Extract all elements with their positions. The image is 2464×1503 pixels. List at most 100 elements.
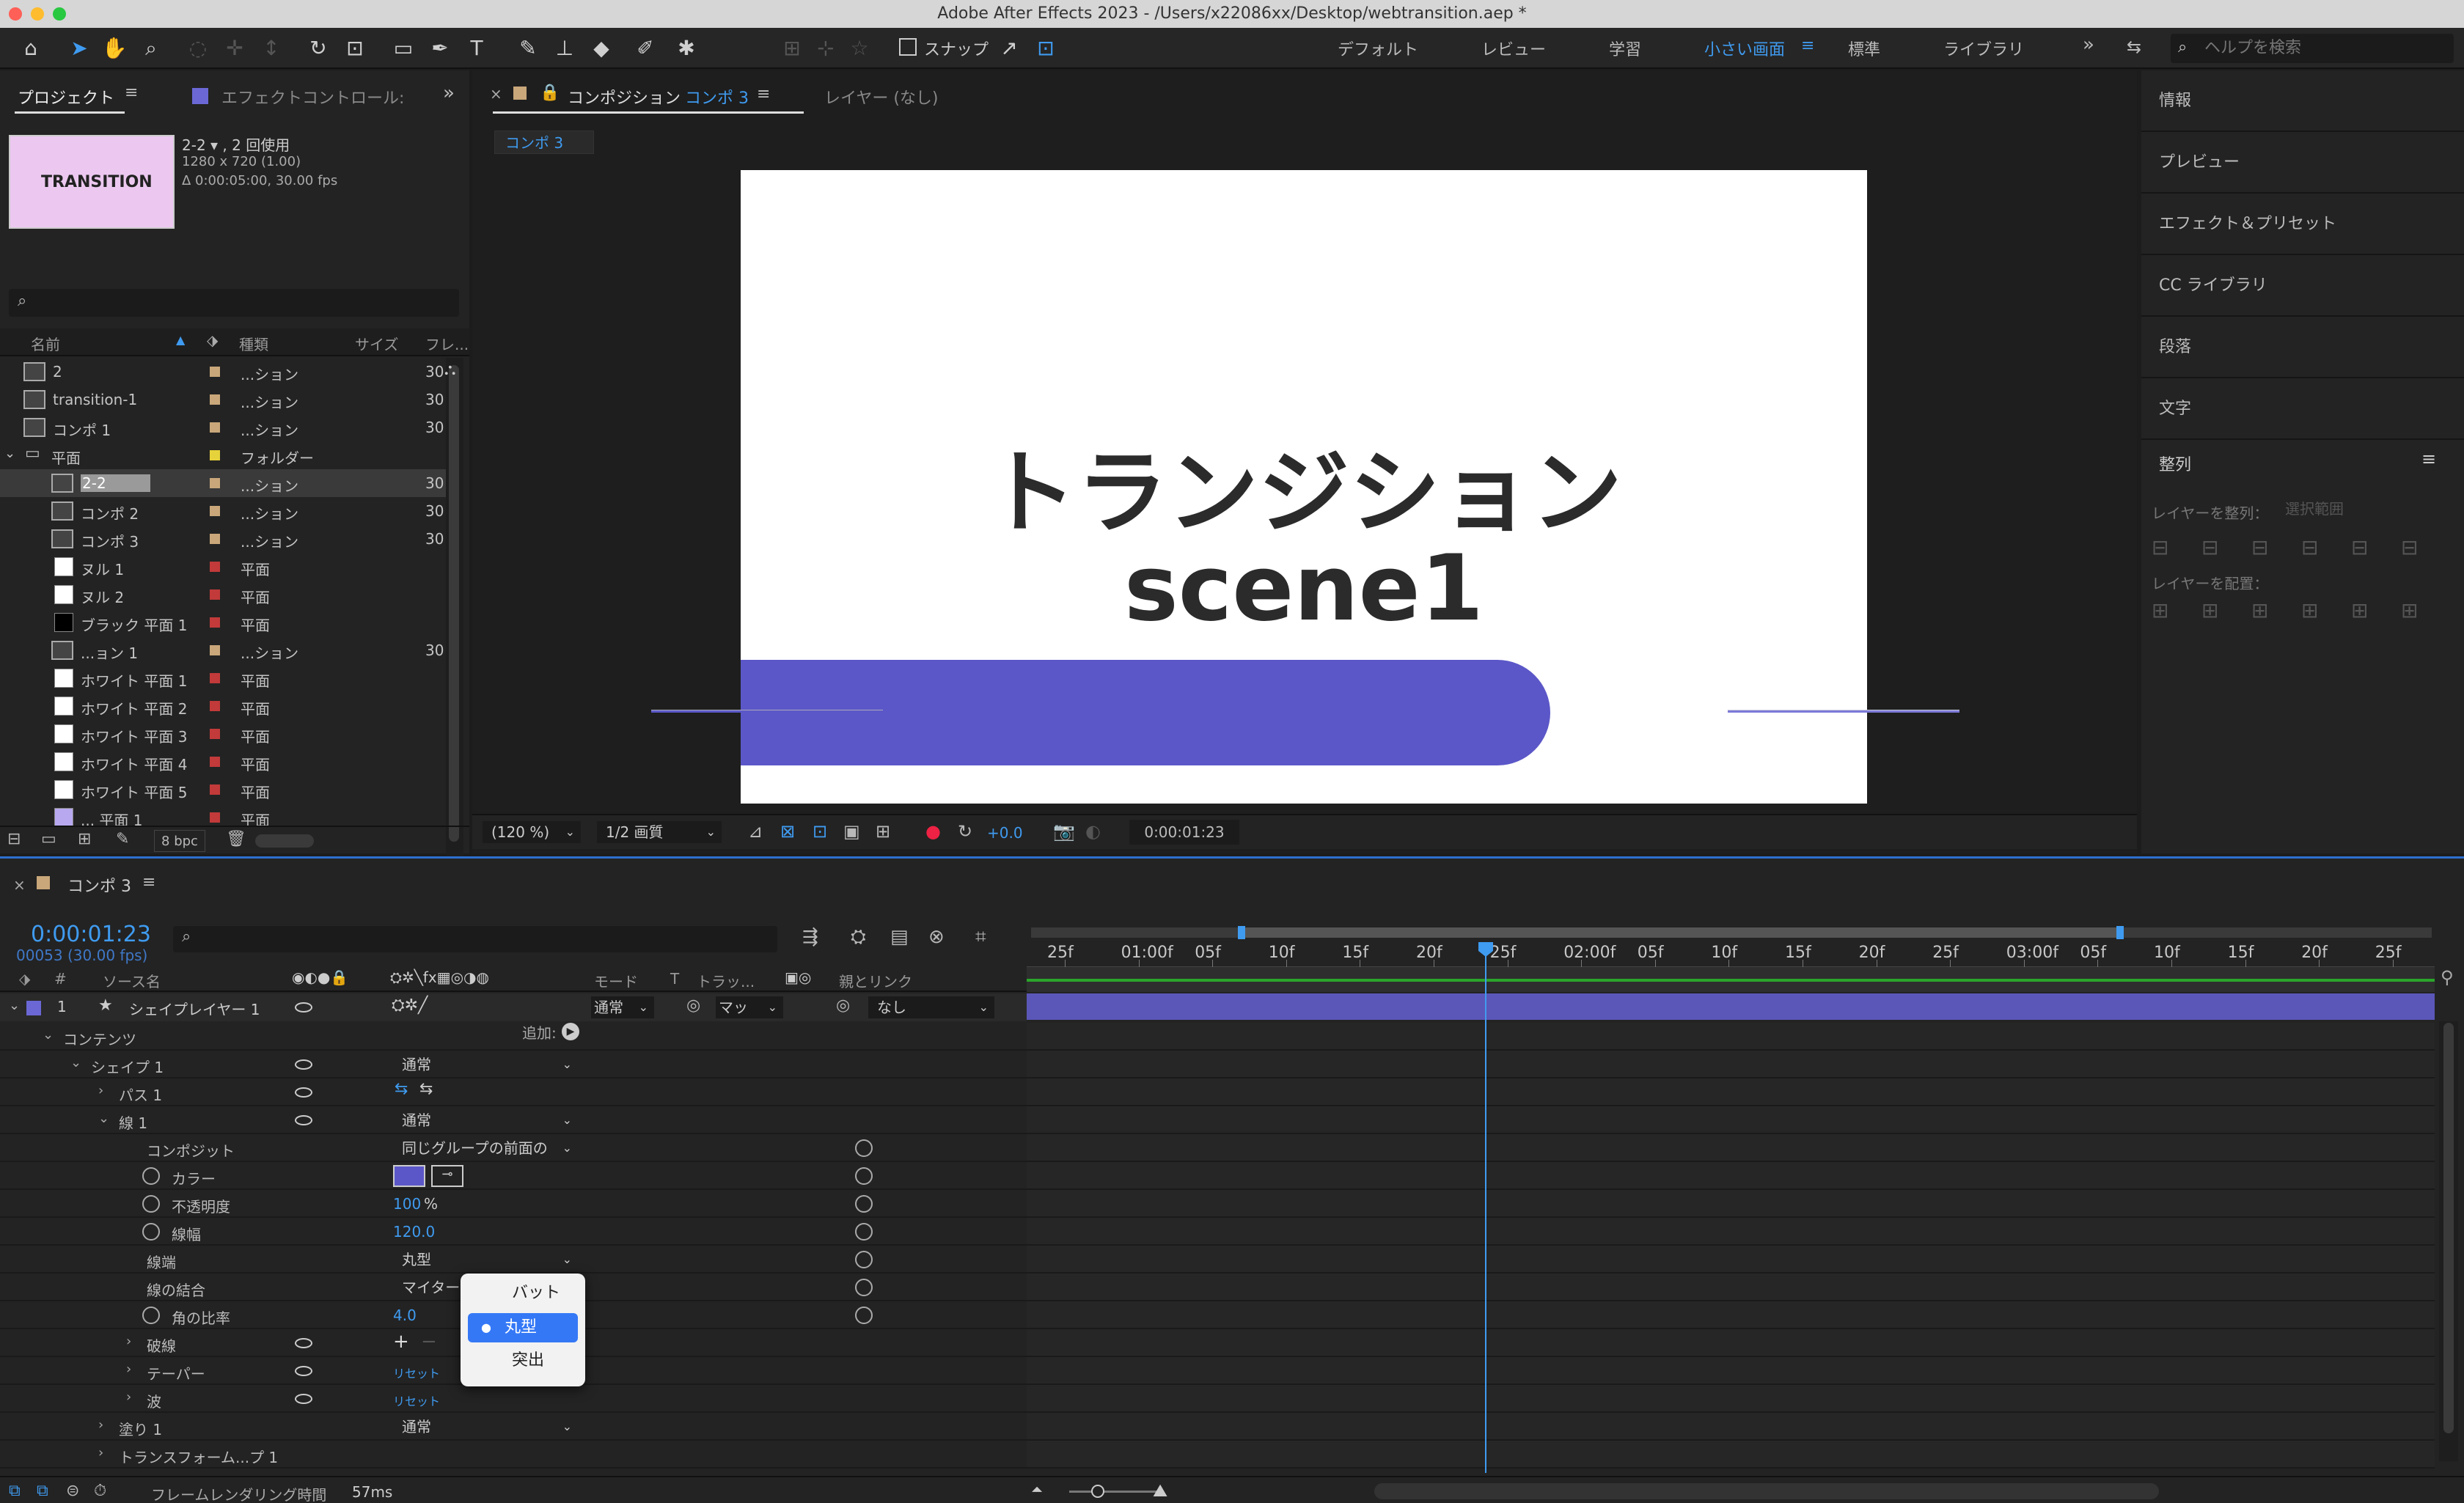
project-item[interactable]: ⌄ ▭ 平面 フォルダー xyxy=(0,441,455,469)
distribute-bottom-icon[interactable]: ⊞ xyxy=(2251,598,2268,622)
project-item-name[interactable]: 2 xyxy=(53,363,62,381)
project-item[interactable]: transition-1 ...ション 30 xyxy=(0,386,455,414)
project-item[interactable]: ホワイト 平面 3 平面 xyxy=(0,720,455,748)
property-row[interactable]: 不透明度 100% xyxy=(0,1190,1027,1218)
pickwhip-spiral-icon[interactable] xyxy=(855,1195,873,1213)
tab-menu-icon[interactable]: ≡ xyxy=(142,873,155,892)
pickwhip-spiral-icon[interactable] xyxy=(855,1139,873,1157)
project-scroll-thumb[interactable] xyxy=(449,365,459,842)
tab-composition[interactable]: コンポジション xyxy=(568,85,681,109)
help-search[interactable]: ⌕ xyxy=(2171,34,2454,63)
property-select[interactable]: 通常 ⌄ xyxy=(393,1109,578,1131)
label-color[interactable] xyxy=(210,478,220,488)
visibility-eye-icon[interactable] xyxy=(295,1366,312,1376)
label-color[interactable] xyxy=(210,757,220,767)
project-item-name[interactable]: transition-1 xyxy=(53,391,137,408)
expand-chevron-icon[interactable]: › xyxy=(126,1389,131,1405)
project-item[interactable]: コンポ 1 ...ション 30 xyxy=(0,414,455,441)
expand-chevron-icon[interactable]: › xyxy=(126,1334,131,1349)
expand-chevron-icon[interactable]: › xyxy=(98,1445,103,1460)
roto-brush-icon[interactable]: ✐ xyxy=(631,34,660,63)
expand-chevron-icon[interactable]: ⌄ xyxy=(4,446,15,461)
eraser-tool-icon[interactable]: ◆ xyxy=(587,34,616,63)
more-tabs-icon[interactable]: » xyxy=(443,82,455,104)
path-handle-right[interactable] xyxy=(1728,710,1959,713)
project-item[interactable]: コンポ 2 ...ション 30 xyxy=(0,497,455,525)
label-color[interactable] xyxy=(210,506,220,516)
right-panel-item[interactable]: 情報 xyxy=(2141,70,2464,132)
close-tab-icon[interactable]: × xyxy=(490,85,502,103)
visibility-eye-icon[interactable] xyxy=(295,1338,312,1348)
project-item-name[interactable]: ホワイト 平面 1 xyxy=(81,669,187,691)
parent-pickwhip-icon[interactable]: ◎ xyxy=(836,996,850,1015)
workspace-learn[interactable]: 学習 xyxy=(1609,37,1641,60)
option-butt[interactable]: バット xyxy=(465,1279,581,1307)
close-window-button[interactable] xyxy=(9,7,22,21)
col-type[interactable]: 種類 xyxy=(239,333,268,354)
project-item[interactable]: ... 平面 1 平面 xyxy=(0,804,455,827)
align-vcenter-icon[interactable]: ⊟ xyxy=(2351,535,2368,559)
more-workspaces-icon[interactable]: » xyxy=(2083,34,2094,56)
workspace-review[interactable]: レビュー xyxy=(1481,37,1546,60)
parent-select[interactable]: なし ⌄ xyxy=(868,996,994,1018)
expand-chevron-icon[interactable]: › xyxy=(98,1083,103,1098)
rotate-tool-icon[interactable]: ↻ xyxy=(304,34,333,63)
align-to-select[interactable]: 選択範囲 xyxy=(2285,497,2446,521)
visibility-eye-icon[interactable] xyxy=(295,1115,312,1125)
stopwatch-icon[interactable] xyxy=(142,1167,160,1185)
project-item[interactable]: ヌル 1 平面 xyxy=(0,553,455,581)
time-ruler[interactable]: 25f 01:00f 05f 10f 15f 20f 25f 02:00f 05f 10f 15f 2… xyxy=(1027,938,2435,967)
property-row[interactable]: ⌄ 線 1 通常 ⌄ xyxy=(0,1106,1027,1134)
bit-depth-button[interactable]: 8 bpc xyxy=(154,830,205,852)
eyedropper-icon[interactable]: ⊸ xyxy=(431,1165,463,1187)
project-item-name[interactable]: ヌル 2 xyxy=(81,586,124,607)
quality-select[interactable]: 1/2 画質 ⌄ xyxy=(597,821,722,843)
align-top-icon[interactable]: ⊟ xyxy=(2301,535,2318,559)
project-item[interactable]: ホワイト 平面 5 平面 xyxy=(0,776,455,804)
expand-chevron-icon[interactable]: ⌄ xyxy=(70,1055,81,1070)
align-title[interactable]: 整列 xyxy=(2159,452,2191,475)
reset-link[interactable]: リセット xyxy=(393,1392,440,1409)
comp-navigator-chip[interactable]: コンポ 3 xyxy=(494,131,594,154)
toggle-layer-switches-icon[interactable]: ⧉ xyxy=(9,1482,21,1500)
pickwhip-spiral-icon[interactable] xyxy=(855,1251,873,1268)
workspace-sync-icon[interactable]: ⇆ xyxy=(2127,37,2141,57)
zoom-select[interactable]: (120 %) ⌄ xyxy=(483,821,581,843)
label-color[interactable] xyxy=(210,450,220,460)
timeline-scroll-thumb[interactable] xyxy=(2443,1023,2454,1433)
mask-visibility-icon[interactable]: ⊡ xyxy=(813,821,827,842)
track-matte-select[interactable]: マッ ⌄ xyxy=(716,996,783,1018)
align-hcenter-icon[interactable]: ⊟ xyxy=(2201,535,2218,559)
project-item[interactable]: ブラック 平面 1 平面 xyxy=(0,609,455,636)
minimize-window-button[interactable] xyxy=(31,7,44,21)
layer-mode-select[interactable]: 通常 ⌄ xyxy=(591,996,654,1018)
project-item[interactable]: ...ョン 1 ...ション 30 xyxy=(0,636,455,664)
right-panel-item[interactable]: 文字 xyxy=(2141,378,2464,440)
label-color[interactable] xyxy=(210,729,220,739)
property-select[interactable]: 通常 ⌄ xyxy=(393,1416,578,1438)
snap-feature-icon[interactable]: ⊡ xyxy=(1031,34,1060,63)
property-row[interactable]: › 塗り 1 通常 ⌄ xyxy=(0,1413,1027,1441)
comp-viewer-canvas[interactable]: トランジション scene1 xyxy=(741,170,1867,804)
property-select[interactable]: 丸型 ⌄ xyxy=(393,1249,578,1271)
pan-camera-icon[interactable]: ✛ xyxy=(220,34,249,63)
selection-tool-icon[interactable]: ➤ xyxy=(65,34,94,63)
property-row[interactable]: 線幅 120.0 xyxy=(0,1218,1027,1246)
timeline-zoom-thumb[interactable] xyxy=(1091,1485,1104,1498)
col-source-name[interactable]: ソース名 xyxy=(103,970,161,991)
new-comp-icon[interactable]: ⊞ xyxy=(78,830,91,848)
anchor-tool-icon[interactable]: ⊡ xyxy=(340,34,370,63)
property-row[interactable]: ⌄ コンテンツ xyxy=(0,1023,1027,1051)
expand-chevron-icon[interactable]: ⌄ xyxy=(9,998,20,1013)
hand-tool-icon[interactable]: ✋ xyxy=(100,34,129,63)
label-color[interactable] xyxy=(210,367,220,377)
stopwatch-icon[interactable] xyxy=(142,1223,160,1241)
path-direction-icon[interactable]: ⇆ xyxy=(395,1080,408,1098)
property-row[interactable]: › 波 リセット xyxy=(0,1385,1027,1413)
axis-world-icon[interactable]: ⊹ xyxy=(811,34,840,63)
axis-local-icon[interactable]: ⊞ xyxy=(777,34,807,63)
snap-options-icon[interactable]: ↗ xyxy=(994,34,1024,63)
timeline-search[interactable]: ⌕ xyxy=(173,926,777,952)
reset-link[interactable]: リセット xyxy=(393,1364,440,1381)
project-item-name[interactable]: コンポ 2 xyxy=(81,502,139,523)
